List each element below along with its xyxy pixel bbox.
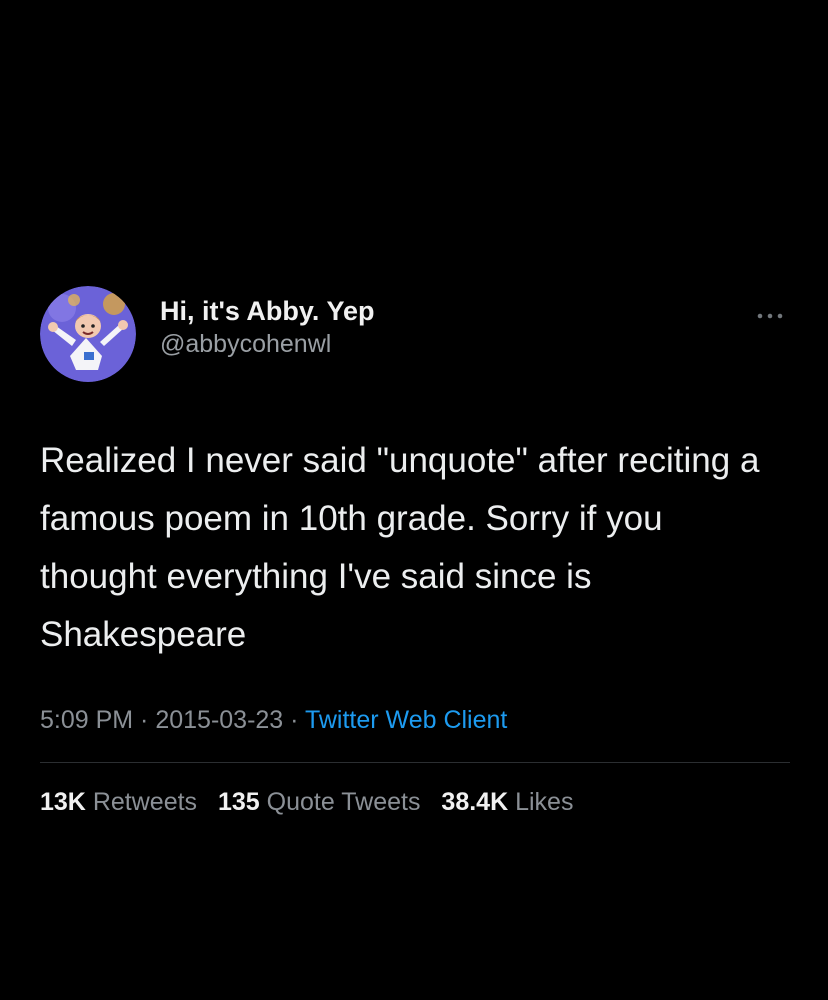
- more-options-icon: [757, 313, 783, 319]
- quote-tweets-count: 135: [218, 788, 260, 816]
- retweets-label: Retweets: [92, 788, 198, 816]
- divider: [40, 762, 790, 763]
- quote-tweets-label: Quote Tweets: [266, 788, 421, 816]
- meta-separator: ·: [133, 706, 156, 734]
- tweet-time[interactable]: 5:09 PM: [40, 706, 133, 734]
- tweet-header: Hi, it's Abby. Yep @abbycohenwl: [40, 284, 790, 384]
- tweet-meta: 5:09 PM · 2015-03-23 · Twitter Web Clien…: [40, 704, 790, 736]
- tweet-text: Realized I never said "unquote" after re…: [40, 441, 760, 654]
- display-name[interactable]: Hi, it's Abby. Yep: [160, 294, 374, 328]
- retweets-stat[interactable]: 13K Retweets: [40, 785, 197, 819]
- user-handle[interactable]: @abbycohenwl: [160, 328, 374, 360]
- cartoon-character-avatar-icon: [40, 286, 136, 382]
- tweet-source-link[interactable]: Twitter Web Client: [305, 706, 507, 734]
- retweets-count: 13K: [40, 788, 86, 816]
- tweet-card: Hi, it's Abby. Yep @abbycohenwl Realized…: [40, 284, 790, 819]
- avatar[interactable]: [40, 286, 136, 382]
- author-names: Hi, it's Abby. Yep @abbycohenwl: [160, 294, 374, 360]
- tweet-date[interactable]: 2015-03-23: [155, 706, 283, 734]
- quote-tweets-stat[interactable]: 135 Quote Tweets: [218, 785, 420, 819]
- likes-label: Likes: [515, 788, 574, 816]
- tweet-stats: 13K Retweets 135 Quote Tweets 38.4K Like…: [40, 785, 790, 819]
- more-options-button[interactable]: [750, 304, 790, 328]
- likes-count: 38.4K: [441, 788, 509, 816]
- meta-separator: ·: [283, 706, 305, 734]
- likes-stat[interactable]: 38.4K Likes: [441, 785, 573, 819]
